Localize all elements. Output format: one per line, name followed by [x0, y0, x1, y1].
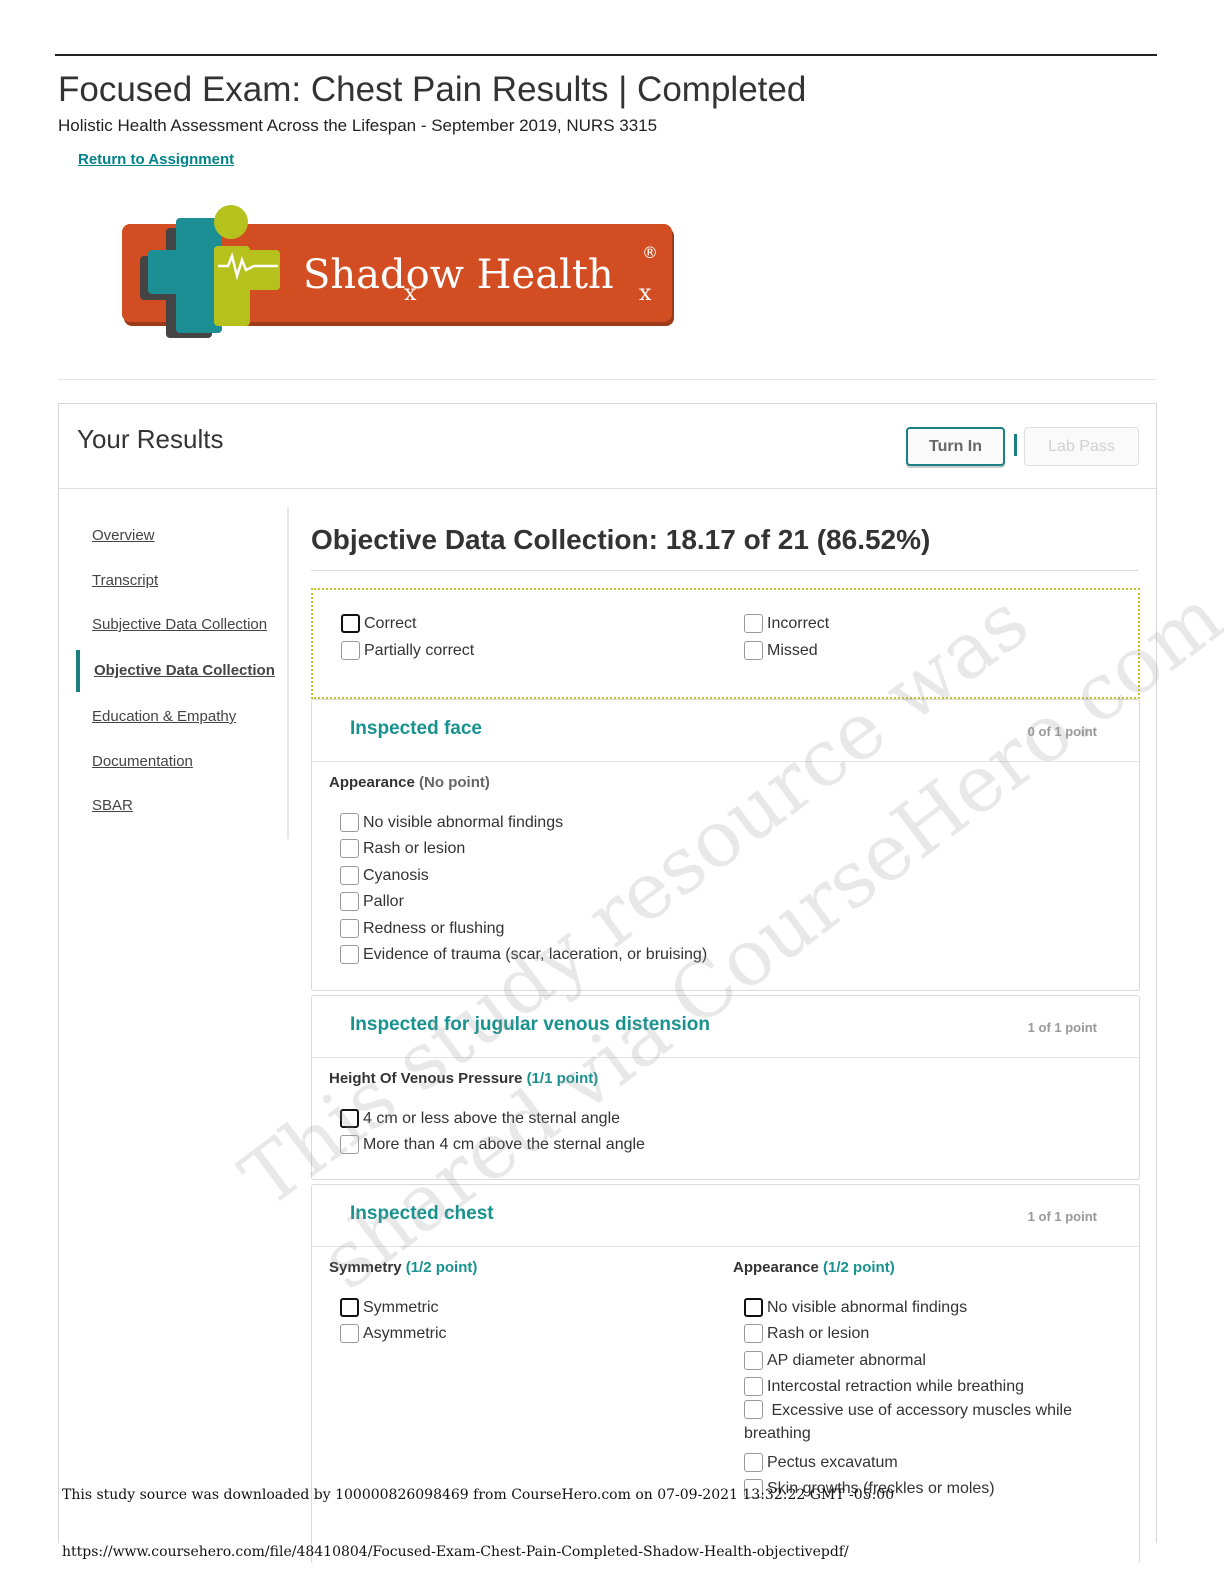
logo-wordmark: Shadow Health: [303, 252, 614, 298]
sidebar-item-subjective-data-collection[interactable]: Subjective Data Collection: [92, 616, 267, 633]
checkbox-icon: [340, 919, 359, 938]
card-points: 1 of 1 point: [1027, 1020, 1097, 1035]
card-inspected-face: Inspected face 0 of 1 point Appearance (…: [311, 699, 1140, 991]
sidebar-item-objective-data-collection[interactable]: Objective Data Collection: [76, 650, 275, 692]
sidebar-nav: Overview Transcript Subjective Data Coll…: [76, 507, 289, 839]
page-title: Focused Exam: Chest Pain Results | Compl…: [58, 70, 807, 109]
top-rule: [55, 54, 1157, 56]
sidebar-item-transcript[interactable]: Transcript: [92, 572, 158, 589]
option-item: Rash or lesion: [340, 839, 465, 858]
results-header: Your Results Turn In Lab Pass: [59, 404, 1156, 489]
option-item: Pectus excavatum: [744, 1453, 898, 1472]
checkbox-icon: [744, 614, 763, 633]
card-inspected-jvd: Inspected for jugular venous distension …: [311, 995, 1140, 1180]
svg-text:x: x: [404, 281, 417, 306]
option-item: No visible abnormal findings: [744, 1298, 967, 1317]
group-label: Appearance (No point): [329, 774, 490, 791]
lab-pass-button[interactable]: Lab Pass: [1024, 427, 1139, 466]
results-panel: Your Results Turn In Lab Pass Overview T…: [58, 403, 1157, 1564]
option-item: No visible abnormal findings: [340, 813, 563, 832]
group-label-appearance: Appearance (1/2 point): [733, 1259, 895, 1276]
card-points: 0 of 1 point: [1027, 724, 1097, 739]
checkbox-icon: [744, 1453, 763, 1472]
card-title: Inspected face: [350, 718, 482, 739]
group-label-symmetry: Symmetry (1/2 point): [329, 1259, 478, 1276]
legend-partially-correct: Partially correct: [341, 641, 474, 660]
button-divider: [1014, 434, 1017, 456]
checkbox-icon: [744, 1400, 763, 1419]
checkbox-icon: [744, 1324, 763, 1343]
sidebar-item-education-empathy[interactable]: Education & Empathy: [92, 708, 236, 725]
section-title: Objective Data Collection: 18.17 of 21 (…: [311, 524, 931, 555]
checkbox-icon: [340, 1298, 359, 1317]
option-item: Evidence of trauma (scar, laceration, or…: [340, 945, 707, 964]
legend-missed: Missed: [744, 641, 818, 660]
checkbox-icon: [341, 641, 360, 660]
divider: [58, 379, 1156, 380]
footer-source-note: This study source was downloaded by 1000…: [62, 1487, 895, 1503]
section-divider: [311, 570, 1138, 571]
sidebar-item-documentation[interactable]: Documentation: [92, 753, 193, 770]
checkbox-icon: [340, 892, 359, 911]
checkbox-icon: [340, 839, 359, 858]
checkbox-icon: [340, 1135, 359, 1154]
checkbox-icon: [744, 1377, 763, 1396]
card-inspected-chest: Inspected chest 1 of 1 point Symmetry (1…: [311, 1184, 1140, 1564]
svg-text:®: ®: [642, 243, 658, 262]
legend-correct: Correct: [341, 614, 416, 633]
sidebar-item-sbar[interactable]: SBAR: [92, 797, 133, 814]
footer-url: https://www.coursehero.com/file/48410804…: [62, 1544, 849, 1560]
option-item: Symmetric: [340, 1298, 439, 1317]
checkbox-icon: [340, 1109, 359, 1128]
option-item: Excessive use of accessory muscles while…: [744, 1400, 1073, 1442]
option-item: Redness or flushing: [340, 919, 504, 938]
course-name: Holistic Health Assessment Across the Li…: [58, 116, 658, 135]
checkbox-icon: [340, 1324, 359, 1343]
card-points: 1 of 1 point: [1027, 1209, 1097, 1224]
checkbox-icon: [744, 641, 763, 660]
checkbox-icon: [744, 1351, 763, 1370]
checkbox-icon: [340, 813, 359, 832]
checkbox-icon: [341, 614, 360, 633]
option-item: Intercostal retraction while breathing: [744, 1377, 1024, 1396]
results-title: Your Results: [77, 424, 224, 454]
option-item: 4 cm or less above the sternal angle: [340, 1109, 620, 1128]
card-title: Inspected chest: [350, 1203, 494, 1224]
card-title: Inspected for jugular venous distension: [350, 1014, 710, 1035]
shadow-health-logo: Shadow Health ® x x: [118, 198, 678, 353]
option-item: More than 4 cm above the sternal angle: [340, 1135, 645, 1154]
option-item: Asymmetric: [340, 1324, 447, 1343]
svg-text:x: x: [639, 281, 652, 306]
checkbox-icon: [340, 945, 359, 964]
checkbox-icon: [744, 1298, 763, 1317]
card-header: Inspected chest 1 of 1 point: [312, 1185, 1139, 1247]
return-to-assignment-link[interactable]: Return to Assignment: [78, 151, 234, 168]
option-item: Pallor: [340, 892, 404, 911]
option-item: AP diameter abnormal: [744, 1351, 926, 1370]
legend-incorrect: Incorrect: [744, 614, 829, 633]
card-header: Inspected for jugular venous distension …: [312, 996, 1139, 1058]
turn-in-button[interactable]: Turn In: [906, 427, 1005, 466]
option-item: Cyanosis: [340, 866, 429, 885]
option-item: Rash or lesion: [744, 1324, 869, 1343]
card-header: Inspected face 0 of 1 point: [312, 700, 1139, 762]
legend-box: Correct Partially correct Incorrect Miss…: [311, 588, 1140, 699]
sidebar-item-overview[interactable]: Overview: [92, 527, 155, 544]
checkbox-icon: [340, 866, 359, 885]
group-label: Height Of Venous Pressure (1/1 point): [329, 1070, 599, 1087]
